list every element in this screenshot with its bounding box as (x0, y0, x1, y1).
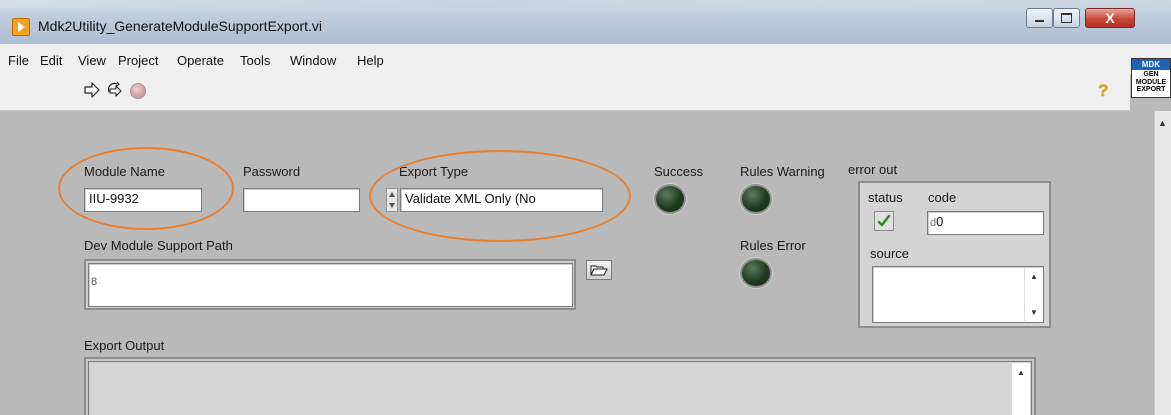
password-field[interactable] (243, 188, 360, 212)
error-out-label: error out (848, 162, 898, 177)
code-field[interactable]: d0 (927, 211, 1044, 235)
vi-icon-line: GEN (1143, 71, 1159, 78)
run-continuously-icon[interactable] (106, 81, 124, 99)
vi-icon-line: EXPORT (1136, 86, 1166, 93)
dev-module-support-path-label: Dev Module Support Path (84, 238, 233, 253)
menu-bar: File Edit View Project Operate Tools Win… (0, 44, 1171, 74)
panel-vertical-scrollbar[interactable] (1154, 111, 1171, 415)
run-arrow-icon[interactable] (84, 82, 100, 98)
code-label: code (928, 190, 957, 205)
menu-help[interactable]: Help (357, 53, 384, 68)
labview-app-icon (12, 18, 30, 36)
export-output-scrollbar[interactable]: ▲ (1012, 363, 1030, 415)
menu-tools[interactable]: Tools (240, 53, 270, 68)
status-indicator[interactable] (874, 211, 894, 231)
close-button[interactable]: X (1085, 8, 1135, 28)
context-help-icon[interactable]: ? (1098, 81, 1108, 101)
dev-module-support-path-field[interactable]: 8 (88, 263, 573, 307)
rules-warning-led[interactable] (742, 186, 770, 212)
rules-warning-label: Rules Warning (740, 164, 825, 179)
window-title: Mdk2Utility_GenerateModuleSupportExport.… (38, 18, 323, 34)
vi-icon-line: MODULE (1135, 78, 1167, 86)
success-label: Success (654, 164, 704, 179)
maximize-icon (1061, 13, 1072, 23)
menu-window[interactable]: Window (290, 53, 336, 68)
scroll-up-arrow-icon[interactable]: ▲ (1017, 368, 1025, 377)
menu-view[interactable]: View (78, 53, 106, 68)
source-field[interactable] (872, 266, 1044, 323)
minimize-button[interactable] (1026, 8, 1053, 28)
path-type-icon: 8 (91, 276, 98, 288)
vi-icon: MDK GEN MODULE EXPORT (1131, 58, 1171, 98)
highlight-oval (58, 147, 234, 230)
export-output-label: Export Output (84, 338, 165, 353)
scroll-up-arrow-icon[interactable]: ▲ (1158, 118, 1167, 128)
status-label: status (868, 190, 903, 205)
code-value: 0 (936, 214, 944, 229)
browse-button[interactable] (586, 260, 612, 280)
checkmark-icon (877, 214, 891, 227)
export-output-field[interactable] (88, 361, 1032, 415)
source-scrollbar[interactable]: ▲ ▼ (1024, 268, 1043, 321)
minimize-icon (1035, 20, 1044, 22)
menu-edit[interactable]: Edit (40, 53, 62, 68)
menu-operate[interactable]: Operate (177, 53, 224, 68)
close-icon: X (1105, 10, 1115, 26)
highlight-oval (369, 150, 631, 242)
vi-icon-header: MDK (1132, 59, 1170, 70)
toolbar (0, 74, 1130, 111)
rules-error-led[interactable] (742, 260, 770, 286)
scroll-down-arrow-icon[interactable]: ▼ (1030, 308, 1038, 317)
success-led[interactable] (656, 186, 684, 212)
menu-project[interactable]: Project (118, 53, 158, 68)
menu-file[interactable]: File (8, 53, 29, 68)
maximize-button[interactable] (1053, 8, 1080, 28)
rules-error-label: Rules Error (740, 238, 806, 253)
folder-open-icon (590, 265, 608, 276)
password-label: Password (243, 164, 301, 179)
source-label: source (870, 246, 910, 261)
abort-execution-icon[interactable] (130, 83, 146, 99)
scroll-up-arrow-icon[interactable]: ▲ (1030, 272, 1038, 281)
